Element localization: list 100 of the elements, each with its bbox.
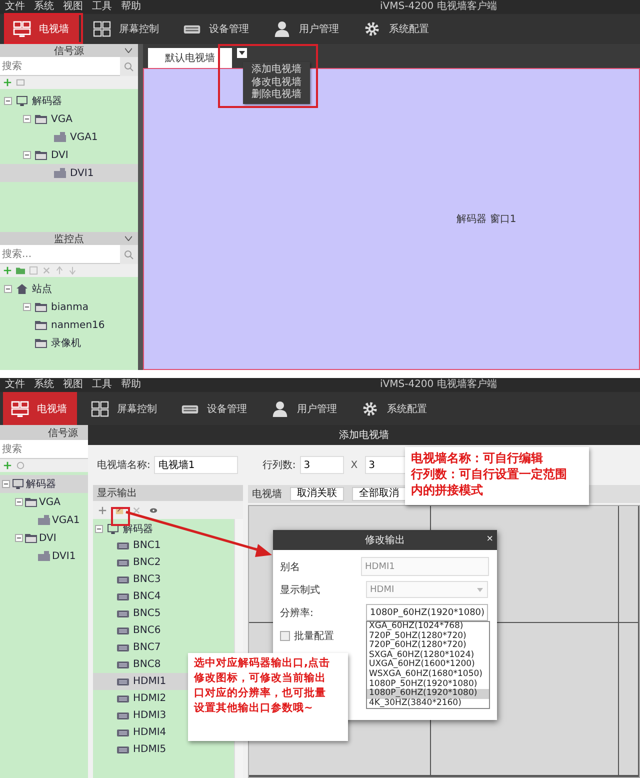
tree-item[interactable]: 解码器 (0, 92, 138, 110)
menu-item[interactable]: 工具 (92, 1, 112, 13)
tree-item[interactable]: BNC7 (93, 639, 165, 656)
dropdown-option[interactable]: SXGA_60HZ(1280*1024) (367, 650, 489, 660)
nav-tab[interactable]: 屏幕控制 (83, 392, 167, 425)
wall-tab[interactable]: 默认电视墙 (148, 48, 232, 68)
collapse-icon[interactable] (4, 97, 12, 105)
nav-tab[interactable]: 系统配置 (355, 14, 439, 44)
down-arrow-icon[interactable] (68, 266, 77, 275)
nav-tab[interactable]: 系统配置 (353, 392, 437, 425)
checkbox[interactable] (280, 630, 290, 640)
tree-item[interactable]: BNC3 (93, 571, 165, 588)
toolbar-button[interactable]: 全部取消 (352, 487, 406, 501)
plus-icon[interactable] (3, 78, 12, 87)
image-icon[interactable] (16, 78, 25, 87)
plus-icon[interactable] (3, 461, 12, 470)
tree-item[interactable]: VGA1 (0, 511, 88, 529)
collapse-icon[interactable] (4, 285, 12, 293)
tree-item[interactable]: bianma (0, 298, 138, 316)
port-icon (117, 728, 129, 738)
tree-item[interactable]: 解码器 (0, 475, 88, 493)
search-field[interactable]: 搜索 (0, 57, 120, 76)
search-icon[interactable] (124, 250, 134, 260)
dropdown-option[interactable]: XGA_60HZ(1024*768) (367, 622, 489, 632)
tree-item[interactable]: BNC5 (93, 605, 165, 622)
eye-icon[interactable] (149, 506, 158, 514)
search-field[interactable]: 搜索... (0, 245, 120, 264)
panel-header[interactable]: 信号源 (0, 44, 138, 57)
tree-item[interactable]: DVI1 (0, 547, 88, 565)
delete-icon[interactable] (132, 506, 141, 514)
tree-item[interactable]: 站点 (0, 280, 138, 298)
port-icon (117, 710, 129, 720)
tree-item[interactable]: nanmen16 (0, 316, 138, 334)
nav-tab[interactable]: 电视墙 (3, 392, 77, 425)
dropdown-option[interactable]: 720P_60HZ(1280*720) (367, 641, 489, 651)
splitter-handle[interactable] (138, 44, 143, 370)
menu-item[interactable]: 删除电视墙 (243, 89, 310, 102)
tree-item[interactable]: 录像机 (0, 334, 138, 352)
dropdown-option[interactable]: UXGA_60HZ(1600*1200) (367, 660, 489, 670)
nav-tab[interactable]: 屏幕控制 (85, 14, 169, 44)
menu-item[interactable]: 文件 (5, 1, 25, 13)
collapse-icon[interactable] (23, 115, 31, 123)
caret-icon (477, 588, 483, 592)
times-sign: X (350, 460, 358, 470)
menu-item[interactable]: 系统 (34, 379, 54, 391)
collapse-icon[interactable] (2, 480, 10, 488)
tree-item[interactable]: DVI1 (0, 164, 138, 182)
panel-header[interactable]: 监控点 (0, 232, 138, 245)
tree-item[interactable]: BNC2 (93, 554, 165, 571)
tree-item[interactable]: HDMI5 (93, 741, 170, 758)
port-icon (117, 608, 129, 618)
tree-item[interactable]: HDMI3 (93, 707, 170, 724)
name-field[interactable]: 电视墙1 (154, 456, 238, 474)
search-field[interactable]: 搜索 (0, 440, 88, 459)
menu-item[interactable]: 添加电视墙 (243, 64, 310, 76)
plus-icon[interactable] (3, 266, 12, 275)
search-icon[interactable] (124, 62, 134, 72)
menu-item[interactable]: 工具 (92, 379, 112, 391)
collapse-icon[interactable] (23, 151, 31, 159)
tree-item[interactable]: VGA (0, 110, 138, 128)
nav-tab[interactable]: 用户管理 (263, 392, 347, 425)
tree-item[interactable]: VGA (0, 493, 88, 511)
collapse-icon[interactable] (95, 524, 103, 532)
plus-icon[interactable] (98, 506, 107, 514)
tree-item[interactable]: HDMI2 (93, 690, 170, 707)
nav-tab[interactable]: 设备管理 (175, 14, 259, 44)
toolbar-button[interactable]: 取消关联 (290, 487, 344, 501)
dropdown-option[interactable]: 4K_30HZ(3840*2160) (367, 698, 489, 708)
nav-tab[interactable]: 用户管理 (265, 14, 349, 44)
dropdown-option[interactable]: WSXGA_60HZ(1680*1050) (367, 670, 489, 680)
tree-item[interactable]: VGA1 (0, 128, 138, 146)
menu-item[interactable]: 帮助 (121, 379, 141, 391)
tree-item[interactable]: BNC4 (93, 588, 165, 605)
menu-item[interactable]: 修改电视墙 (243, 76, 310, 89)
menu-item[interactable]: 视图 (63, 379, 83, 391)
collapse-icon[interactable] (23, 303, 31, 311)
tree-item[interactable]: BNC6 (93, 622, 165, 639)
dropdown-option[interactable]: 720P_50HZ(1280*720) (367, 632, 489, 642)
menu-item[interactable]: 系统 (34, 1, 54, 13)
tree-item[interactable]: HDMI4 (93, 724, 170, 741)
up-arrow-icon[interactable] (55, 266, 64, 275)
rows-field[interactable]: 3 (300, 456, 344, 474)
menu-item[interactable]: 文件 (5, 379, 25, 391)
menu-item[interactable]: 视图 (63, 1, 83, 13)
grid-icon (93, 21, 111, 37)
target-icon[interactable] (16, 461, 25, 470)
close-button[interactable]: × (486, 533, 493, 546)
folder-add-icon[interactable] (16, 266, 25, 275)
tree-item[interactable]: BNC8 (93, 656, 165, 673)
collapse-icon[interactable] (15, 498, 23, 506)
dropdown-button[interactable] (237, 48, 247, 58)
tree-item[interactable]: BNC1 (93, 537, 165, 554)
collapse-icon[interactable] (15, 534, 23, 542)
nav-tab[interactable]: 设备管理 (173, 392, 257, 425)
dropdown-option[interactable]: 1080P_60HZ(1920*1080) (367, 689, 489, 699)
toolbar-label: 电视墙 (252, 488, 282, 501)
menu-item[interactable]: 帮助 (121, 1, 141, 13)
dropdown-option[interactable]: 1080P_50HZ(1920*1080) (367, 680, 489, 690)
tree-item[interactable]: DVI (0, 529, 88, 547)
tree-item[interactable]: DVI (0, 146, 138, 164)
